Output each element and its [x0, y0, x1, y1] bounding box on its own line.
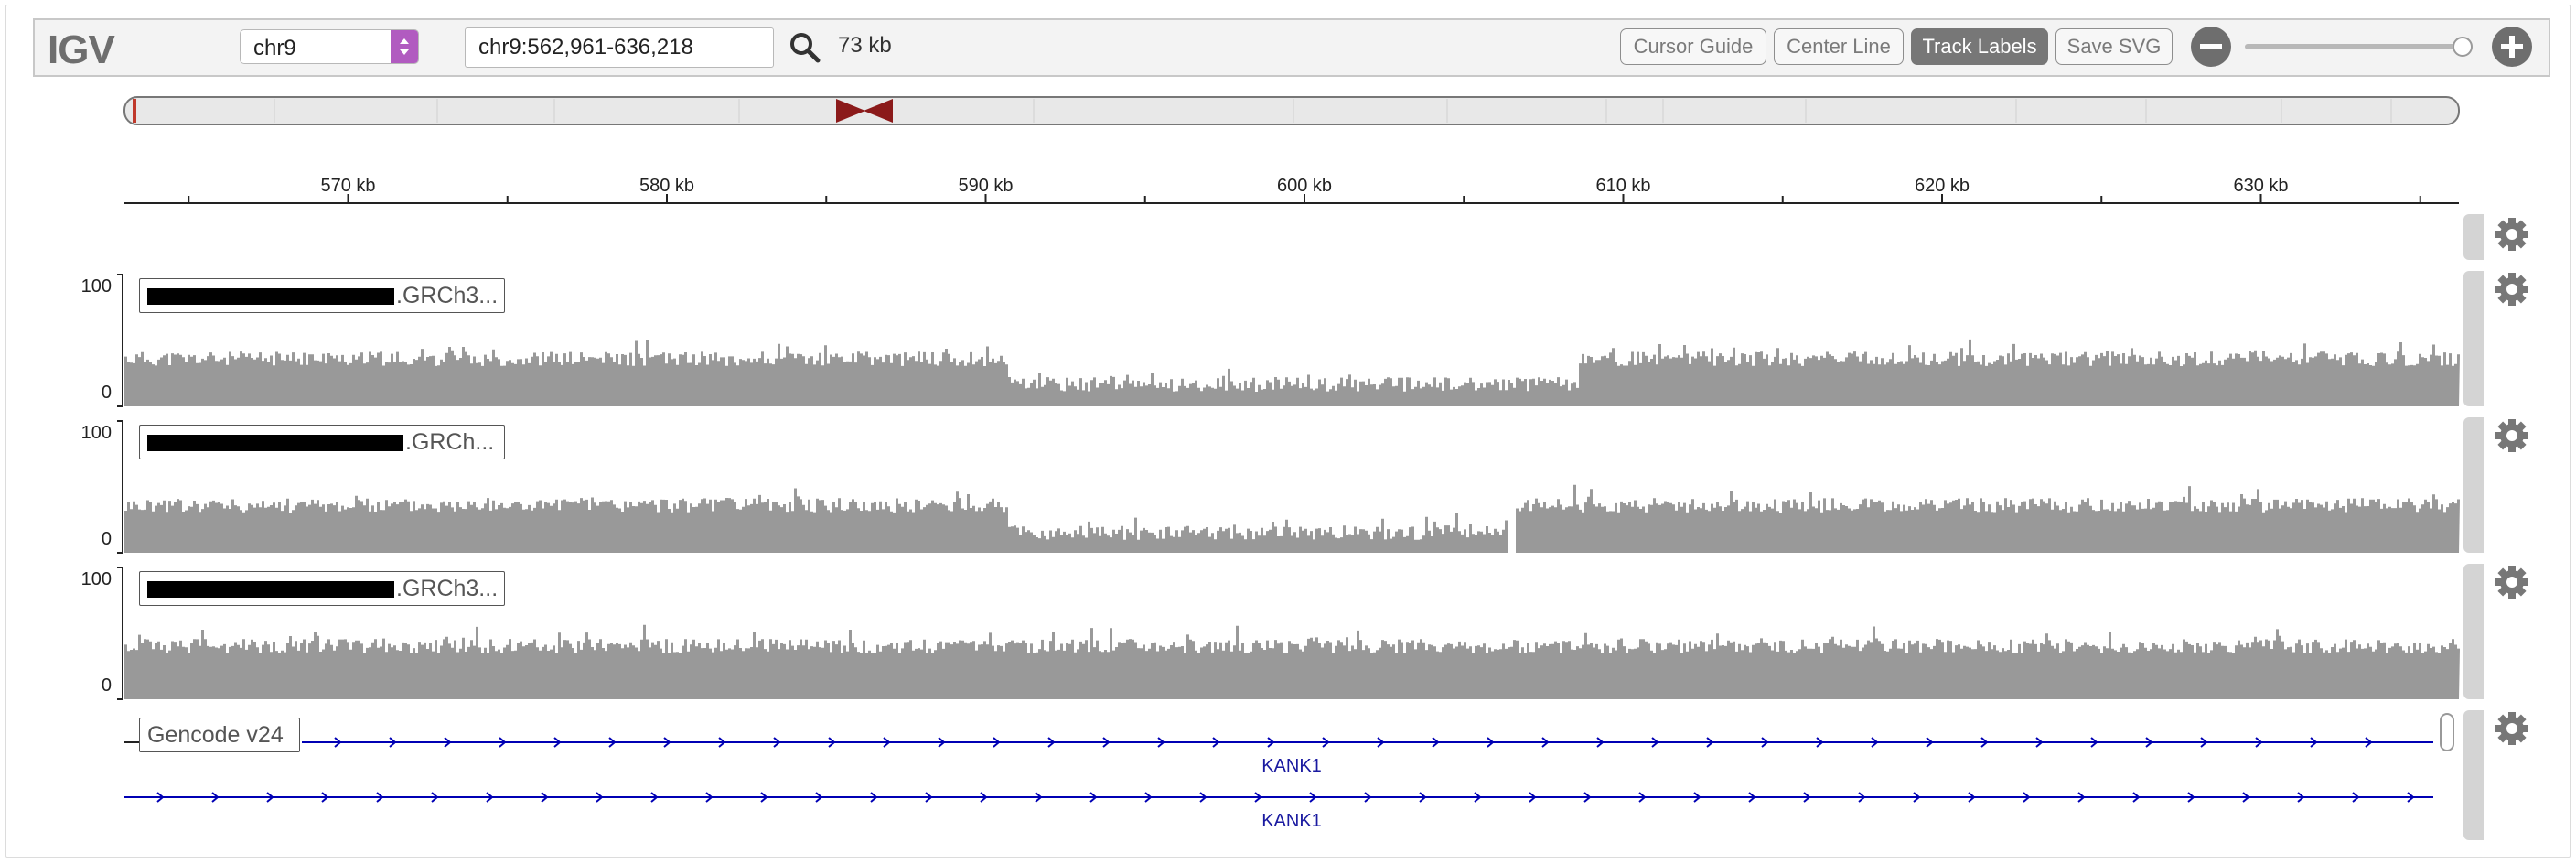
track-settings-gear-icon[interactable] [2494, 564, 2530, 600]
track-1-label[interactable]: .GRCh3... [139, 278, 505, 313]
track-settings-gear-icon[interactable] [2494, 417, 2530, 454]
ruler-tick-label: 600 kb [1277, 176, 1332, 196]
ideogram[interactable] [123, 96, 2460, 125]
track-settings-gear-icon[interactable] [2494, 216, 2530, 253]
track-drag-handle[interactable] [2463, 271, 2484, 406]
igv-app: IGV chr9 73 kb Cursor Guide Center Line … [0, 0, 2576, 864]
coverage-bars [124, 624, 2460, 699]
ruler-tick-label: 620 kb [1915, 176, 1970, 196]
track-settings-gear-icon[interactable] [2494, 710, 2530, 747]
track-3-axis-min: 0 [101, 675, 112, 696]
track-1-axis-max: 100 [80, 276, 112, 297]
redacted-text [147, 288, 394, 306]
redacted-text [147, 435, 403, 452]
gene-name-label: KANK1 [1261, 811, 1322, 831]
ruler-tick-label: 610 kb [1595, 176, 1650, 196]
track-2-axis-min: 0 [101, 529, 112, 549]
track-drag-handle[interactable] [2463, 214, 2484, 260]
track-drag-handle[interactable] [2463, 710, 2484, 840]
ideogram-current-region [133, 99, 136, 123]
ruler[interactable]: 570 kb 580 kb 590 kb 600 kb 610 kb 620 kb 630 … [124, 176, 2459, 204]
redacted-text [147, 581, 394, 599]
track-drag-handle[interactable] [2463, 417, 2484, 553]
track-3-label[interactable]: .GRCh3... [139, 571, 505, 606]
track-scrollbar[interactable] [2440, 713, 2454, 751]
coverage-bars [124, 484, 2460, 553]
track-3-axis-max: 100 [80, 569, 112, 589]
track-axis [117, 274, 123, 407]
track-2-axis-max: 100 [80, 423, 112, 443]
track-2-label[interactable]: .GRCh... [139, 425, 505, 459]
track-drag-handle[interactable] [2463, 564, 2484, 699]
gencode-track-label[interactable]: Gencode v24 [139, 718, 300, 752]
track-1-axis-min: 0 [101, 383, 112, 403]
ruler-tick-label: 590 kb [958, 176, 1013, 196]
track-settings-gear-icon[interactable] [2494, 271, 2530, 308]
ruler-tick-label: 580 kb [639, 176, 694, 196]
track-axis [117, 567, 123, 700]
coverage-bars [124, 339, 2460, 406]
track-axis [117, 420, 123, 554]
gene-name-label: KANK1 [1261, 756, 1322, 776]
ruler-tick-label: 630 kb [2233, 176, 2288, 196]
ruler-tick-label: 570 kb [320, 176, 375, 196]
